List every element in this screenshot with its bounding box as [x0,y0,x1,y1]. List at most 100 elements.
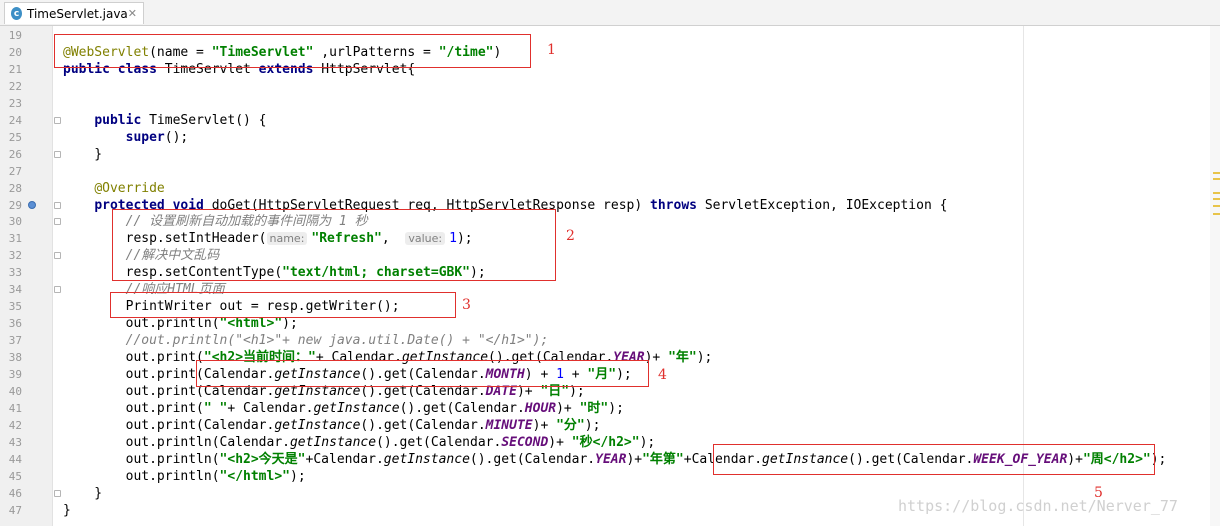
code-text: super(); [63,129,189,146]
line-number: 26 [8,147,22,161]
line-number: 39 [8,368,22,381]
code-token: out.print( [63,350,204,366]
code-token: (); [164,129,189,145]
java-class-icon: c [11,7,22,20]
code-token: "分" [556,417,585,433]
line-number: 32 [8,249,22,263]
line-number: 30 [8,215,22,229]
code-line[interactable]: 28 @Override [0,180,1220,197]
code-text: } [63,146,102,163]
line-number: 27 [8,164,22,178]
code-token: ().get(Calendar. [399,400,525,416]
code-token: getInstance [274,417,361,433]
warning-stripe-mark[interactable] [1213,172,1220,174]
code-token: //out.println("<h1>"+ new java.util.Date… [125,333,549,349]
code-token: HOUR [524,400,557,416]
line-number: 20 [8,45,22,59]
line-number: 31 [8,232,22,246]
code-token: "时" [579,400,609,416]
code-token: " " [203,400,228,416]
code-line[interactable]: 42 out.print(Calendar.getInstance().get(… [0,417,1220,434]
code-text: out.print(Calendar.getInstance().get(Cal… [63,417,601,434]
code-line[interactable]: 24 public TimeServlet() { [0,112,1220,129]
line-number: 42 [8,418,22,432]
code-line[interactable]: 37 //out.println("<h1>"+ new java.util.D… [0,332,1220,349]
code-token: out.println( [63,451,220,467]
warning-stripe-mark[interactable] [1213,198,1220,200]
warning-stripe-mark[interactable] [1213,178,1220,180]
annotation-box-3 [110,292,456,318]
line-number: 38 [8,351,22,365]
code-token: ); [608,400,624,416]
code-token: )+ [532,417,557,433]
fold-marker-icon[interactable] [54,218,61,226]
fold-marker-icon[interactable] [54,116,61,124]
code-text: public TimeServlet() { [63,112,266,129]
code-token: "<html>" [219,316,283,332]
code-token: "年第" [642,451,684,467]
code-token: out.print(Calendar. [63,417,275,433]
code-token: MINUTE [485,417,533,433]
line-number: 46 [8,486,22,500]
code-token: + Calendar. [227,400,314,416]
tab-timeservlet-java[interactable]: c TimeServlet.java ✕ [4,2,144,24]
line-number: 35 [8,300,22,314]
code-line[interactable]: 23 [0,95,1220,112]
fold-marker-icon[interactable] [54,489,61,497]
code-token: out.print( [63,400,204,416]
warning-stripe-mark[interactable] [1213,192,1220,194]
line-number: 24 [8,113,22,127]
code-token: +Calendar. [305,451,384,467]
fold-marker-icon[interactable] [54,201,61,209]
warning-stripe-mark[interactable] [1213,213,1220,215]
code-token: super [125,129,165,145]
code-token: )+ [556,400,580,416]
code-token: "秒</h2>" [571,434,640,450]
annotation-label-1: 1 [547,42,556,58]
code-token: out.println(Calendar. [63,434,290,450]
line-number: 34 [8,283,22,297]
code-token: getInstance [289,434,377,450]
code-text: @Override [63,180,165,197]
code-line[interactable]: 26 } [0,146,1220,163]
code-line[interactable]: 27 [0,163,1220,180]
line-number: 45 [8,469,22,483]
line-number: 43 [8,435,22,449]
annotation-label-4: 4 [658,367,667,383]
code-token: throws [650,197,705,213]
line-number: 36 [8,317,22,331]
code-token: getInstance [313,400,400,416]
code-token: )+ [626,451,643,467]
code-line[interactable]: 25 super(); [0,129,1220,146]
line-number: 25 [8,130,22,144]
code-text: out.println("</html>"); [63,468,306,485]
line-number: 41 [8,401,22,415]
code-token: ); [282,316,298,332]
override-method-icon[interactable] [28,200,36,209]
line-number: 29 [8,198,22,212]
warning-stripe-mark[interactable] [1213,205,1220,207]
fold-marker-icon[interactable] [54,252,61,260]
code-line[interactable]: 41 out.print(" "+ Calendar.getInstance()… [0,400,1220,417]
editor-tab-bar: c TimeServlet.java ✕ [0,0,1220,26]
code-token: ); [639,434,656,450]
code-token: "</html>" [219,468,290,484]
fold-marker-icon[interactable] [54,286,61,294]
annotation-box-1 [54,34,531,68]
line-number: 23 [8,96,22,110]
line-number: 19 [8,29,22,42]
code-token: getInstance [383,451,470,467]
close-tab-icon[interactable]: ✕ [128,7,137,20]
annotation-box-4 [196,360,649,387]
code-token: YEAR [595,451,627,467]
annotation-box-5 [713,444,1155,475]
code-token: out.println( [63,468,220,484]
code-token: @Override [94,180,165,196]
code-line[interactable]: 22 [0,78,1220,95]
fold-marker-icon[interactable] [54,150,61,158]
